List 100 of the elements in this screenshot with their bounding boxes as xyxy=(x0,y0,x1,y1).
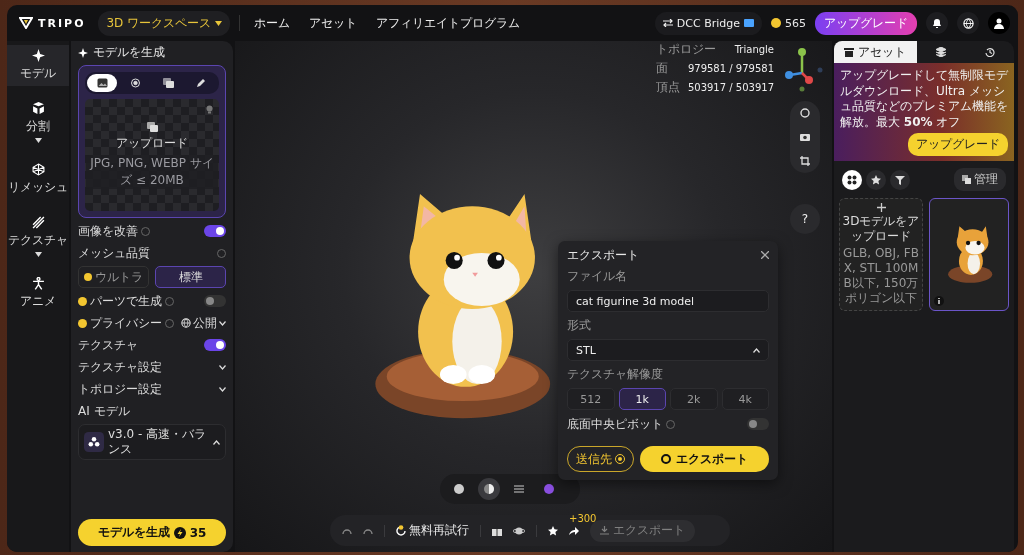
free-retry-button[interactable]: 無料再試行 xyxy=(396,522,469,539)
stat-label: 面 xyxy=(655,59,668,77)
workspace-dropdown[interactable]: 3D ワークスペース xyxy=(98,10,231,36)
caret-icon xyxy=(34,252,42,257)
mesh-icon xyxy=(31,163,45,176)
quality-option[interactable]: ウルトラ xyxy=(78,266,149,288)
filter-icon[interactable] xyxy=(890,169,910,190)
toggle-switch[interactable] xyxy=(204,225,226,237)
help-icon xyxy=(165,318,174,328)
lightning-coin-icon xyxy=(173,526,186,539)
chevron-down-icon xyxy=(219,386,226,392)
setting-label: プライバシー xyxy=(90,314,162,332)
ai-model-dropdown[interactable]: v3.0 - 高速・バランス xyxy=(78,424,226,460)
panel-title: モデルを生成 xyxy=(93,44,165,61)
setting-label: テクスチャ xyxy=(78,336,138,354)
model-upload-card[interactable]: 3Dモデルをアップロード GLB, OBJ, FBX, STL 100MB以下, 150万ポリゴン以下 xyxy=(839,198,923,312)
help-icon xyxy=(217,248,226,258)
resolution-option[interactable]: 512 xyxy=(567,388,615,410)
resolution-option[interactable]: 2k xyxy=(670,388,718,410)
stat-value: 503917 / 503917 xyxy=(687,81,774,93)
model-thumbnail[interactable] xyxy=(929,198,1009,312)
field-label: テクスチャ解像度 xyxy=(567,366,664,383)
nav-link[interactable]: アセット xyxy=(309,14,358,32)
coin-icon xyxy=(771,18,781,28)
caret-icon xyxy=(215,20,223,26)
help-icon xyxy=(141,226,150,236)
format-dropdown[interactable]: STL xyxy=(567,339,769,361)
dcc-bridge-button[interactable]: DCC Bridge xyxy=(654,11,762,35)
export-button[interactable]: エクスポート xyxy=(640,446,769,472)
sidebar-tool-tab[interactable]: モデル xyxy=(7,45,69,86)
help-button[interactable]: ? xyxy=(790,204,820,234)
setting-label: パーツで生成 xyxy=(90,292,162,310)
lightbulb-icon xyxy=(206,105,213,114)
camera-icon[interactable] xyxy=(800,132,810,142)
filename-input[interactable]: cat figurine 3d model xyxy=(567,290,769,312)
panel-tab[interactable]: アセット xyxy=(834,41,917,63)
box-icon xyxy=(844,47,855,57)
nav-link[interactable]: ホーム xyxy=(254,14,291,32)
caret-icon xyxy=(34,138,42,143)
nav-link[interactable]: アフィリエイトプログラム xyxy=(376,14,521,32)
redo-icon[interactable] xyxy=(363,526,373,535)
stat-value: Triangle xyxy=(734,43,774,55)
user-avatar-icon[interactable] xyxy=(988,12,1010,34)
star-icon[interactable] xyxy=(548,525,558,536)
globe-icon[interactable] xyxy=(957,12,979,34)
quality-option[interactable]: 標準 xyxy=(155,266,226,288)
upload-label: アップロード xyxy=(116,134,188,152)
upgrade-button[interactable]: アップグレード xyxy=(908,133,1008,157)
toggle-switch[interactable] xyxy=(747,418,769,430)
sidebar-tool-tab[interactable]: テクスチャ xyxy=(7,212,69,261)
planet-icon[interactable] xyxy=(513,525,525,536)
image-icon[interactable] xyxy=(87,74,117,92)
info-icon[interactable] xyxy=(934,296,944,307)
collapsible-section[interactable]: トポロジー設定 xyxy=(78,380,226,398)
crop-icon[interactable] xyxy=(800,155,810,166)
premium-badge-icon xyxy=(78,318,87,328)
premium-badge-icon xyxy=(84,273,92,281)
hatch-icon xyxy=(31,216,45,229)
setting-label: メッシュ品質 xyxy=(78,244,150,262)
sidebar-tool-tab[interactable]: アニメ xyxy=(7,273,69,314)
manage-button[interactable]: 管理 xyxy=(954,168,1006,192)
setting-label: 底面中央ピボット xyxy=(567,415,663,433)
sparkle-icon xyxy=(78,47,88,58)
close-icon[interactable] xyxy=(761,251,769,259)
stat-label: 頂点 xyxy=(655,78,680,96)
sidebar-tool-tab[interactable]: リメッシュ xyxy=(7,159,69,200)
privacy-dropdown[interactable]: 公開 xyxy=(181,314,226,332)
chevron-down-icon xyxy=(219,320,226,326)
dialog-title: エクスポート xyxy=(567,246,639,264)
field-label: 形式 xyxy=(567,317,592,334)
upgrade-button[interactable]: アップグレード xyxy=(815,11,917,35)
cubes-icon xyxy=(31,102,45,115)
swap-arrows-icon xyxy=(662,19,673,27)
image-drop-zone[interactable]: アップロード JPG, PNG, WEBP サイズ ≤ 20MB xyxy=(85,99,219,211)
ring-icon xyxy=(661,454,671,464)
help-icon xyxy=(165,296,174,306)
orbit-icon[interactable] xyxy=(800,108,810,119)
grid-icon[interactable] xyxy=(842,169,862,190)
sidebar-tool-tab[interactable]: 分割 xyxy=(7,98,69,147)
toggle-switch[interactable] xyxy=(204,295,226,307)
stat-label: トポロジー xyxy=(655,40,716,58)
plus-icon xyxy=(876,203,886,213)
logo-text: TRIPO xyxy=(38,16,86,30)
generate-model-button[interactable]: モデルを生成 35 xyxy=(78,519,226,546)
help-icon xyxy=(666,419,675,429)
resolution-option[interactable]: 4k xyxy=(721,388,769,410)
upload-card-title: 3Dモデルをアップロード xyxy=(842,214,920,245)
credits-count: 565 xyxy=(785,16,806,30)
share-icon[interactable] xyxy=(569,526,579,535)
logo-icon xyxy=(19,17,33,29)
sparkle-icon xyxy=(31,49,45,62)
toggle-switch[interactable] xyxy=(204,339,226,351)
undo-icon[interactable] xyxy=(342,526,352,535)
resolution-option[interactable]: 1k xyxy=(618,388,666,410)
notification-bell-icon[interactable] xyxy=(926,12,948,34)
chevron-down-icon xyxy=(219,364,226,370)
collapsible-section[interactable]: テクスチャ設定 xyxy=(78,358,226,376)
copy-icon xyxy=(962,175,971,185)
chevron-up-icon xyxy=(753,347,760,353)
shaded-sphere-icon[interactable] xyxy=(478,478,500,500)
